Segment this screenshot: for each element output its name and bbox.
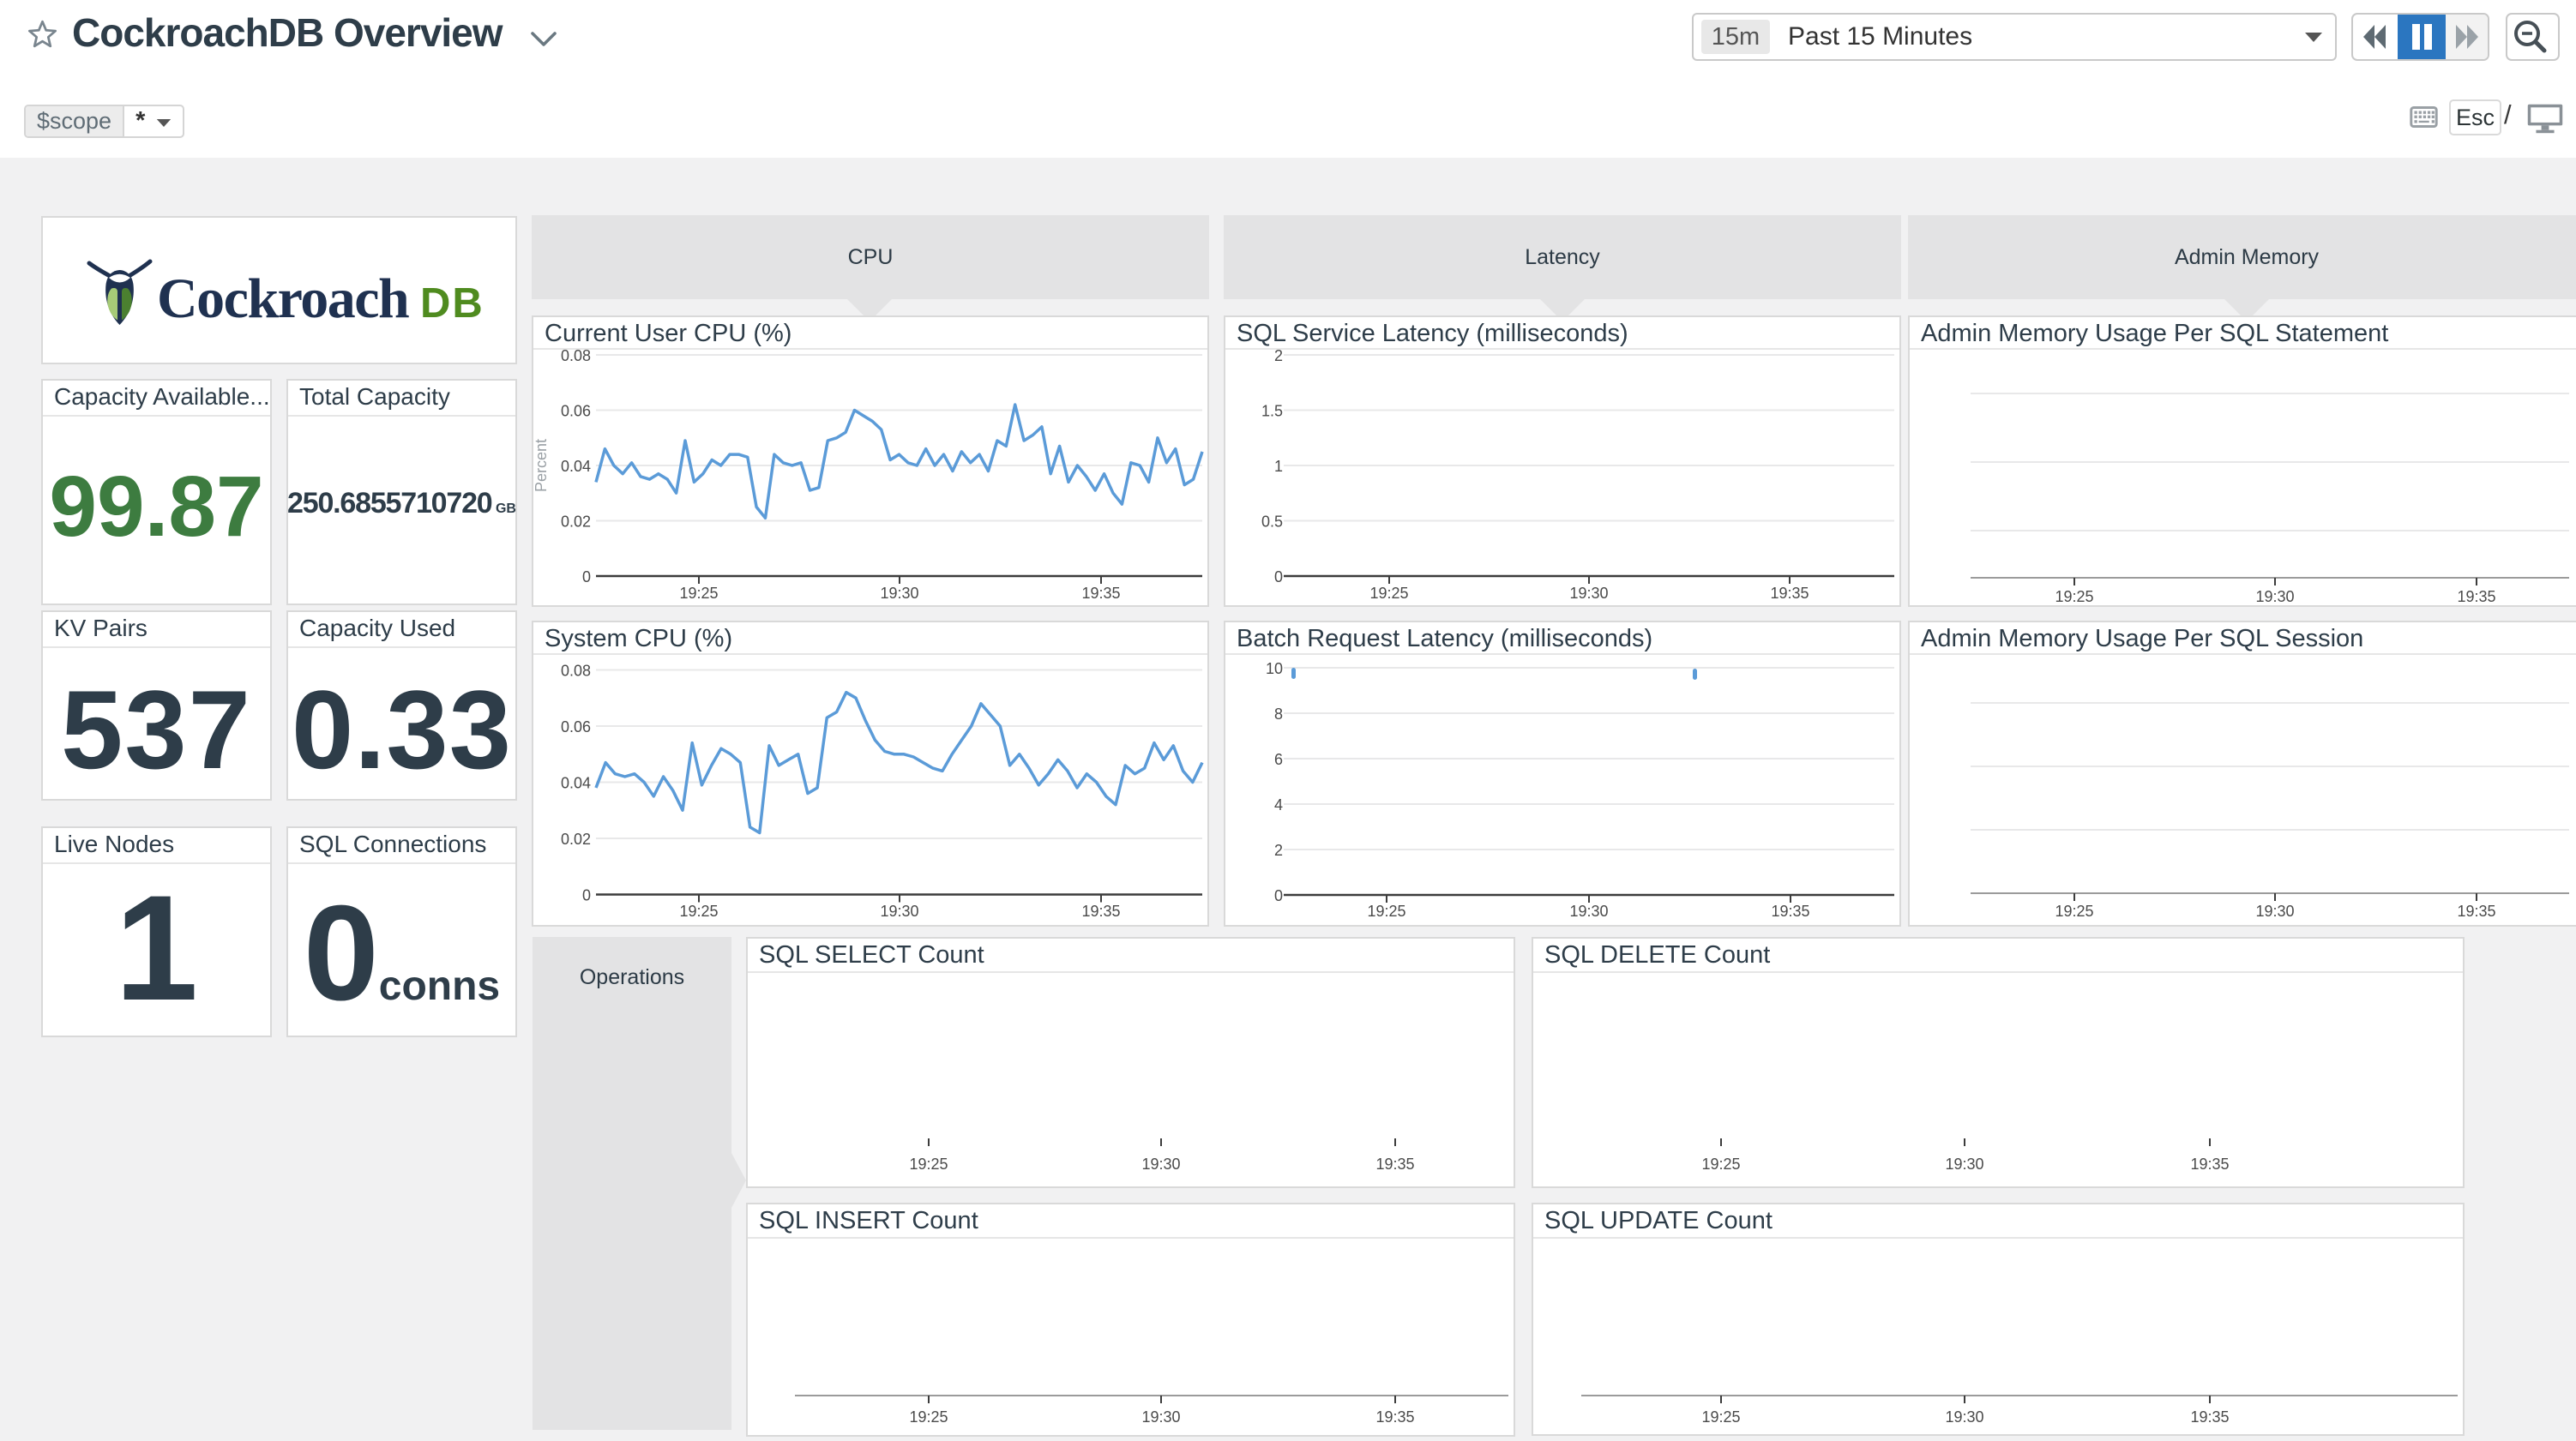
svg-text:19:25: 19:25 <box>909 1408 948 1426</box>
svg-text:19:30: 19:30 <box>1569 903 1608 920</box>
svg-text:1: 1 <box>1274 458 1283 475</box>
svg-text:19:30: 19:30 <box>880 585 918 602</box>
svg-text:0.02: 0.02 <box>561 831 591 848</box>
svg-text:19:35: 19:35 <box>1770 585 1809 602</box>
svg-text:0.04: 0.04 <box>561 458 591 475</box>
svg-text:19:25: 19:25 <box>679 585 718 602</box>
svg-text:19:30: 19:30 <box>1945 1408 1983 1426</box>
svg-text:0.02: 0.02 <box>561 513 591 531</box>
svg-text:19:25: 19:25 <box>2055 903 2093 920</box>
svg-text:0.5: 0.5 <box>1261 513 1283 531</box>
svg-text:0: 0 <box>582 568 591 585</box>
svg-text:0.06: 0.06 <box>561 403 591 420</box>
svg-text:0: 0 <box>1274 568 1283 585</box>
svg-text:19:35: 19:35 <box>2457 903 2495 920</box>
svg-text:19:35: 19:35 <box>1375 1156 1414 1173</box>
svg-text:0: 0 <box>582 887 591 904</box>
svg-text:19:35: 19:35 <box>1375 1408 1414 1426</box>
svg-text:19:30: 19:30 <box>1569 585 1608 602</box>
svg-text:19:25: 19:25 <box>1367 903 1405 920</box>
svg-text:2: 2 <box>1274 347 1283 364</box>
svg-text:0.08: 0.08 <box>561 663 591 680</box>
svg-text:19:30: 19:30 <box>2255 588 2294 605</box>
svg-text:19:25: 19:25 <box>2055 588 2093 605</box>
svg-text:6: 6 <box>1274 751 1283 768</box>
svg-text:1.5: 1.5 <box>1261 403 1283 420</box>
svg-text:19:30: 19:30 <box>1141 1408 1180 1426</box>
svg-text:8: 8 <box>1274 705 1283 723</box>
svg-text:19:30: 19:30 <box>2255 903 2294 920</box>
svg-text:19:35: 19:35 <box>2190 1156 2229 1173</box>
svg-text:19:25: 19:25 <box>1369 585 1408 602</box>
svg-text:19:30: 19:30 <box>1945 1156 1983 1173</box>
svg-text:0.08: 0.08 <box>561 347 591 364</box>
svg-text:10: 10 <box>1266 660 1283 677</box>
svg-text:4: 4 <box>1274 796 1283 814</box>
svg-text:19:25: 19:25 <box>679 903 718 920</box>
svg-text:DB: DB <box>420 280 485 327</box>
svg-text:Cockroach: Cockroach <box>157 267 409 330</box>
svg-text:19:25: 19:25 <box>909 1156 948 1173</box>
svg-text:19:35: 19:35 <box>2190 1408 2229 1426</box>
svg-text:19:30: 19:30 <box>1141 1156 1180 1173</box>
svg-text:19:25: 19:25 <box>1701 1408 1740 1426</box>
svg-text:19:35: 19:35 <box>1771 903 1809 920</box>
svg-text:19:30: 19:30 <box>880 903 918 920</box>
svg-text:0.04: 0.04 <box>561 775 591 792</box>
svg-text:2: 2 <box>1274 842 1283 859</box>
svg-text:19:35: 19:35 <box>1081 903 1120 920</box>
svg-text:19:35: 19:35 <box>2457 588 2495 605</box>
svg-text:0: 0 <box>1274 887 1283 904</box>
svg-text:Percent: Percent <box>533 439 550 492</box>
svg-text:0.06: 0.06 <box>561 718 591 736</box>
svg-text:19:35: 19:35 <box>1081 585 1120 602</box>
svg-text:19:25: 19:25 <box>1701 1156 1740 1173</box>
